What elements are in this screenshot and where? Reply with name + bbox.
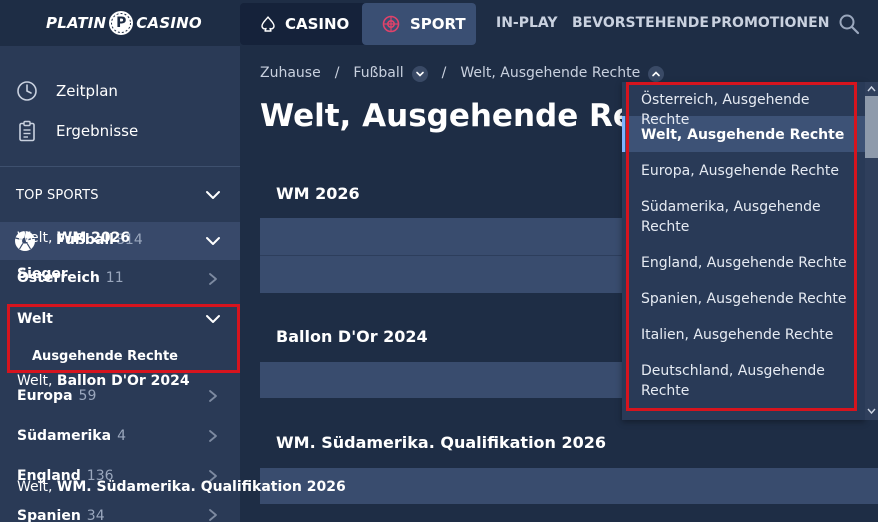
target-icon (382, 15, 400, 33)
sidebar-item-label: Ergebnisse (56, 122, 139, 140)
tab-casino-label: CASINO (285, 15, 350, 33)
chevron-right-icon (209, 430, 217, 442)
sidebar-item-south-america[interactable]: Südamerika 4 (17, 428, 126, 444)
section-title: WM 2026 (276, 184, 360, 203)
spade-icon (261, 16, 275, 32)
logo-text-right: CASINO (136, 14, 202, 32)
nav-in-play[interactable]: IN-PLAY (496, 15, 558, 31)
scroll-down-icon[interactable] (866, 406, 877, 416)
breadcrumb: Zuhause / Fußball / Welt, Ausgehende Rec… (260, 65, 665, 82)
breadcrumb-current: Welt, Ausgehende Rechte (460, 65, 641, 81)
chevron-down-icon[interactable] (411, 66, 428, 82)
section-title: Ballon D'Or 2024 (276, 327, 428, 346)
logo-badge-icon: P (108, 10, 134, 36)
sidebar-item-label: Zeitplan (56, 82, 118, 100)
event-row-title[interactable]: Welt, WM 2026 (17, 230, 130, 246)
nav-upcoming[interactable]: BEVORSTEHENDE (572, 15, 709, 31)
sidebar-item-spain[interactable]: Spanien 34 (17, 508, 105, 522)
event-card[interactable] (260, 468, 878, 504)
sidebar-divider (0, 166, 240, 167)
clipboard-icon (19, 120, 35, 142)
clock-icon (17, 81, 37, 101)
logo-text-left: PLATIN (46, 14, 107, 32)
event-row-title[interactable]: Welt, WM. Südamerika. Qualifikation 2026 (17, 479, 346, 495)
chevron-down-icon (206, 237, 220, 245)
chevron-up-icon[interactable] (648, 66, 665, 82)
chevron-down-icon[interactable] (205, 188, 221, 202)
event-row-title[interactable]: Welt, Ballon D'Or 2024 (17, 373, 190, 389)
chevron-right-icon (209, 273, 217, 285)
breadcrumb-separator: / (441, 65, 447, 81)
highlight-box-sidebar (7, 304, 240, 373)
highlight-box-dropdown (626, 82, 857, 411)
nav-promotions[interactable]: PROMOTIONEN (711, 15, 829, 31)
top-sports-heading[interactable]: TOP SPORTS (16, 188, 99, 203)
market-winner[interactable]: Sieger (17, 266, 68, 282)
top-header: PLATIN P CASINO CASINO SPORT IN-PLAY BEV… (0, 0, 878, 46)
sidebar-item-results[interactable]: Ergebnisse (16, 120, 138, 142)
tab-sport-label: SPORT (410, 15, 466, 33)
tab-casino[interactable]: CASINO (240, 3, 362, 45)
chevron-right-icon (209, 509, 217, 521)
platin-casino-logo[interactable]: PLATIN P CASINO (46, 8, 202, 38)
breadcrumb-home[interactable]: Zuhause (260, 65, 321, 81)
breadcrumb-separator: / (334, 65, 340, 81)
sidebar-item-europe[interactable]: Europa 59 (17, 388, 96, 404)
scroll-up-icon[interactable] (866, 84, 877, 94)
sidebar-item-schedule[interactable]: Zeitplan (16, 80, 118, 102)
breadcrumb-sport[interactable]: Fußball (353, 65, 403, 81)
chevron-right-icon (209, 390, 217, 402)
section-title: WM. Südamerika. Qualifikation 2026 (276, 433, 607, 452)
tab-sport[interactable]: SPORT (362, 3, 476, 45)
search-icon[interactable] (838, 13, 860, 35)
dropdown-scrollbar-thumb[interactable] (865, 96, 878, 158)
